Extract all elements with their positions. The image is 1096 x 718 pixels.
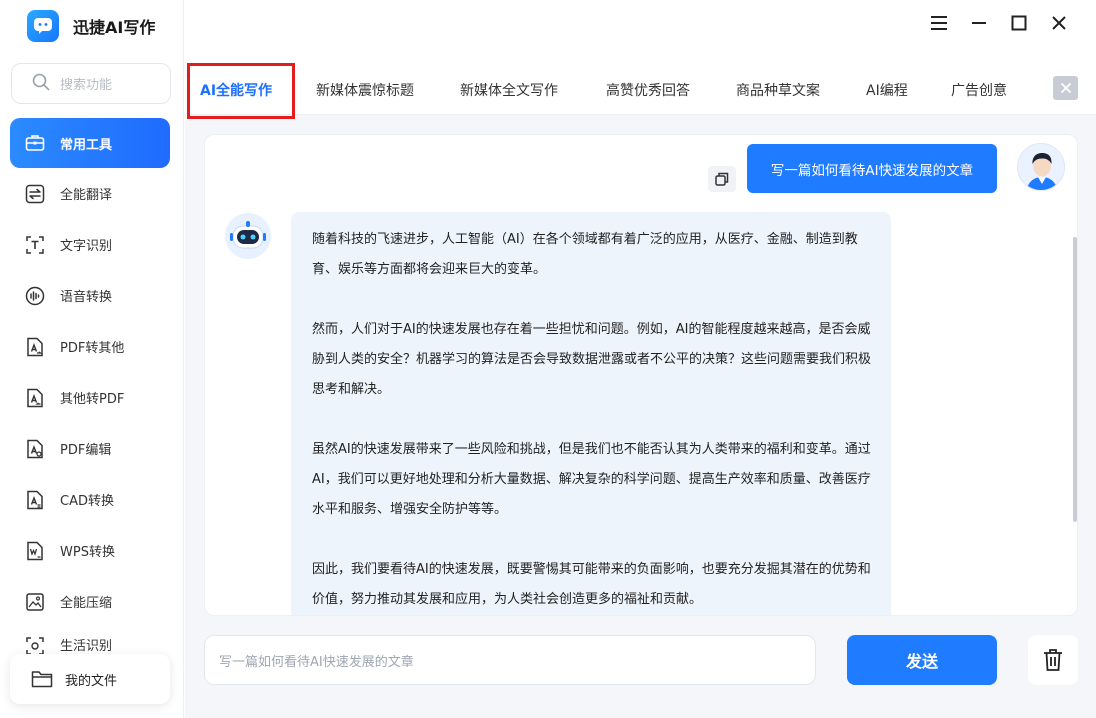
compress-icon [24, 591, 46, 613]
sidebar-item-cad[interactable]: CAD转换 [10, 474, 170, 525]
user-avatar [1017, 143, 1065, 191]
search-icon [32, 73, 50, 95]
sidebar-nav: 常用工具 全能翻译 文字识别 语音转换 PDF转其他 其他转PDF PDF编辑 [10, 118, 170, 657]
chat-scrollbar[interactable] [1073, 237, 1077, 522]
cad-convert-icon [24, 489, 46, 511]
app-logo-row: 迅捷AI写作 [27, 10, 155, 42]
main-area: AI全能写作 新媒体震惊标题 新媒体全文写作 高赞优秀回答 商品种草文案 AI编… [185, 60, 1096, 718]
answer-paragraph: 然而，人们对于AI的快速发展也存在着一些担忧和问题。例如，AI的智能程度越来越高… [312, 322, 872, 397]
chat-bubble-icon [27, 10, 59, 42]
folder-icon [31, 670, 53, 688]
prompt-input-text: 写一篇如何看待AI快速发展的文章 [219, 654, 414, 670]
pdf-edit-icon [24, 438, 46, 460]
tab-media-article[interactable]: 新媒体全文写作 [460, 80, 558, 100]
my-files-label: 我的文件 [65, 673, 118, 689]
tab-media-headline[interactable]: 新媒体震惊标题 [316, 80, 414, 100]
sidebar-item-label: WPS转换 [60, 545, 115, 560]
sidebar-item-voice[interactable]: 语音转换 [10, 270, 170, 321]
answer-paragraph: 虽然AI的快速发展带来了一些风险和挑战，但是我们也不能否认其为人类带来的福利和变… [312, 442, 871, 517]
sidebar-item-other-to-pdf[interactable]: 其他转PDF [10, 372, 170, 423]
maximize-icon[interactable] [1008, 12, 1030, 34]
sidebar-item-label: 全能压缩 [60, 596, 113, 611]
text-recognition-icon [24, 234, 46, 256]
menu-icon[interactable] [928, 12, 950, 34]
sidebar: 迅捷AI写作 搜索功能 常用工具 全能翻译 文字识别 语音转换 PDF转其他 其… [0, 0, 184, 718]
sidebar-item-wps[interactable]: WPS转换 [10, 525, 170, 576]
send-button[interactable]: 发送 [847, 635, 997, 685]
sidebar-item-life-scan[interactable]: 生活识别 [10, 627, 170, 657]
tab-top-answer[interactable]: 高赞优秀回答 [606, 80, 690, 100]
trash-icon[interactable] [1028, 635, 1078, 685]
close-icon[interactable] [1048, 12, 1070, 34]
sidebar-item-label: 其他转PDF [60, 392, 125, 407]
copy-icon[interactable] [708, 166, 736, 192]
app-title: 迅捷AI写作 [73, 18, 156, 37]
audio-wave-icon [24, 285, 46, 307]
answer-paragraph: 随着科技的飞速进步，人工智能（AI）在各个领域都有着广泛的应用，从医疗、金融、制… [312, 232, 858, 277]
sidebar-item-label: PDF编辑 [60, 443, 112, 458]
sidebar-item-pdf-edit[interactable]: PDF编辑 [10, 423, 170, 474]
sidebar-item-label: 生活识别 [60, 639, 113, 654]
bot-avatar [225, 213, 271, 259]
ai-answer-bubble: 随着科技的飞速进步，人工智能（AI）在各个领域都有着广泛的应用，从医疗、金融、制… [291, 212, 891, 615]
wps-convert-icon [24, 540, 46, 562]
sidebar-item-label: 语音转换 [60, 290, 113, 305]
tab-ai-coding[interactable]: AI编程 [866, 80, 908, 100]
user-message-bubble: 写一篇如何看待AI快速发展的文章 [747, 144, 997, 193]
tab-bar: AI全能写作 新媒体震惊标题 新媒体全文写作 高赞优秀回答 商品种草文案 AI编… [185, 60, 1096, 119]
prompt-input[interactable]: 写一篇如何看待AI快速发展的文章 [204, 635, 816, 685]
window-controls [928, 12, 1070, 34]
toolbox-icon [24, 132, 46, 154]
search-input[interactable]: 搜索功能 [11, 63, 171, 104]
sidebar-item-pdf-to-other[interactable]: PDF转其他 [10, 321, 170, 372]
chat-panel: 写一篇如何看待AI快速发展的文章 随着科技的飞速进步，人工智能（AI）在各个领域… [204, 134, 1078, 616]
tab-product-copy[interactable]: 商品种草文案 [736, 80, 820, 100]
tab-close-icon[interactable] [1053, 76, 1078, 100]
translate-icon [24, 183, 46, 205]
to-pdf-icon [24, 387, 46, 409]
tab-ad-creative[interactable]: 广告创意 [951, 80, 1007, 100]
sidebar-item-common-tools[interactable]: 常用工具 [10, 118, 170, 168]
sidebar-item-ocr[interactable]: 文字识别 [10, 219, 170, 270]
sidebar-item-compress[interactable]: 全能压缩 [10, 576, 170, 627]
search-placeholder: 搜索功能 [60, 78, 113, 93]
active-tab-highlight [187, 63, 295, 119]
sidebar-item-label: CAD转换 [60, 494, 114, 509]
sidebar-item-label: 全能翻译 [60, 188, 113, 203]
minimize-icon[interactable] [968, 12, 990, 34]
sidebar-item-label: PDF转其他 [60, 341, 125, 356]
sidebar-item-label: 文字识别 [60, 239, 113, 254]
my-files-button[interactable]: 我的文件 [10, 654, 170, 704]
answer-paragraph: 因此，我们要看待AI的快速发展，既要警惕其可能带来的负面影响，也要充分发掘其潜在… [312, 562, 871, 607]
sidebar-item-label: 常用工具 [60, 137, 113, 153]
sidebar-item-translate[interactable]: 全能翻译 [10, 168, 170, 219]
pdf-convert-icon [24, 336, 46, 358]
